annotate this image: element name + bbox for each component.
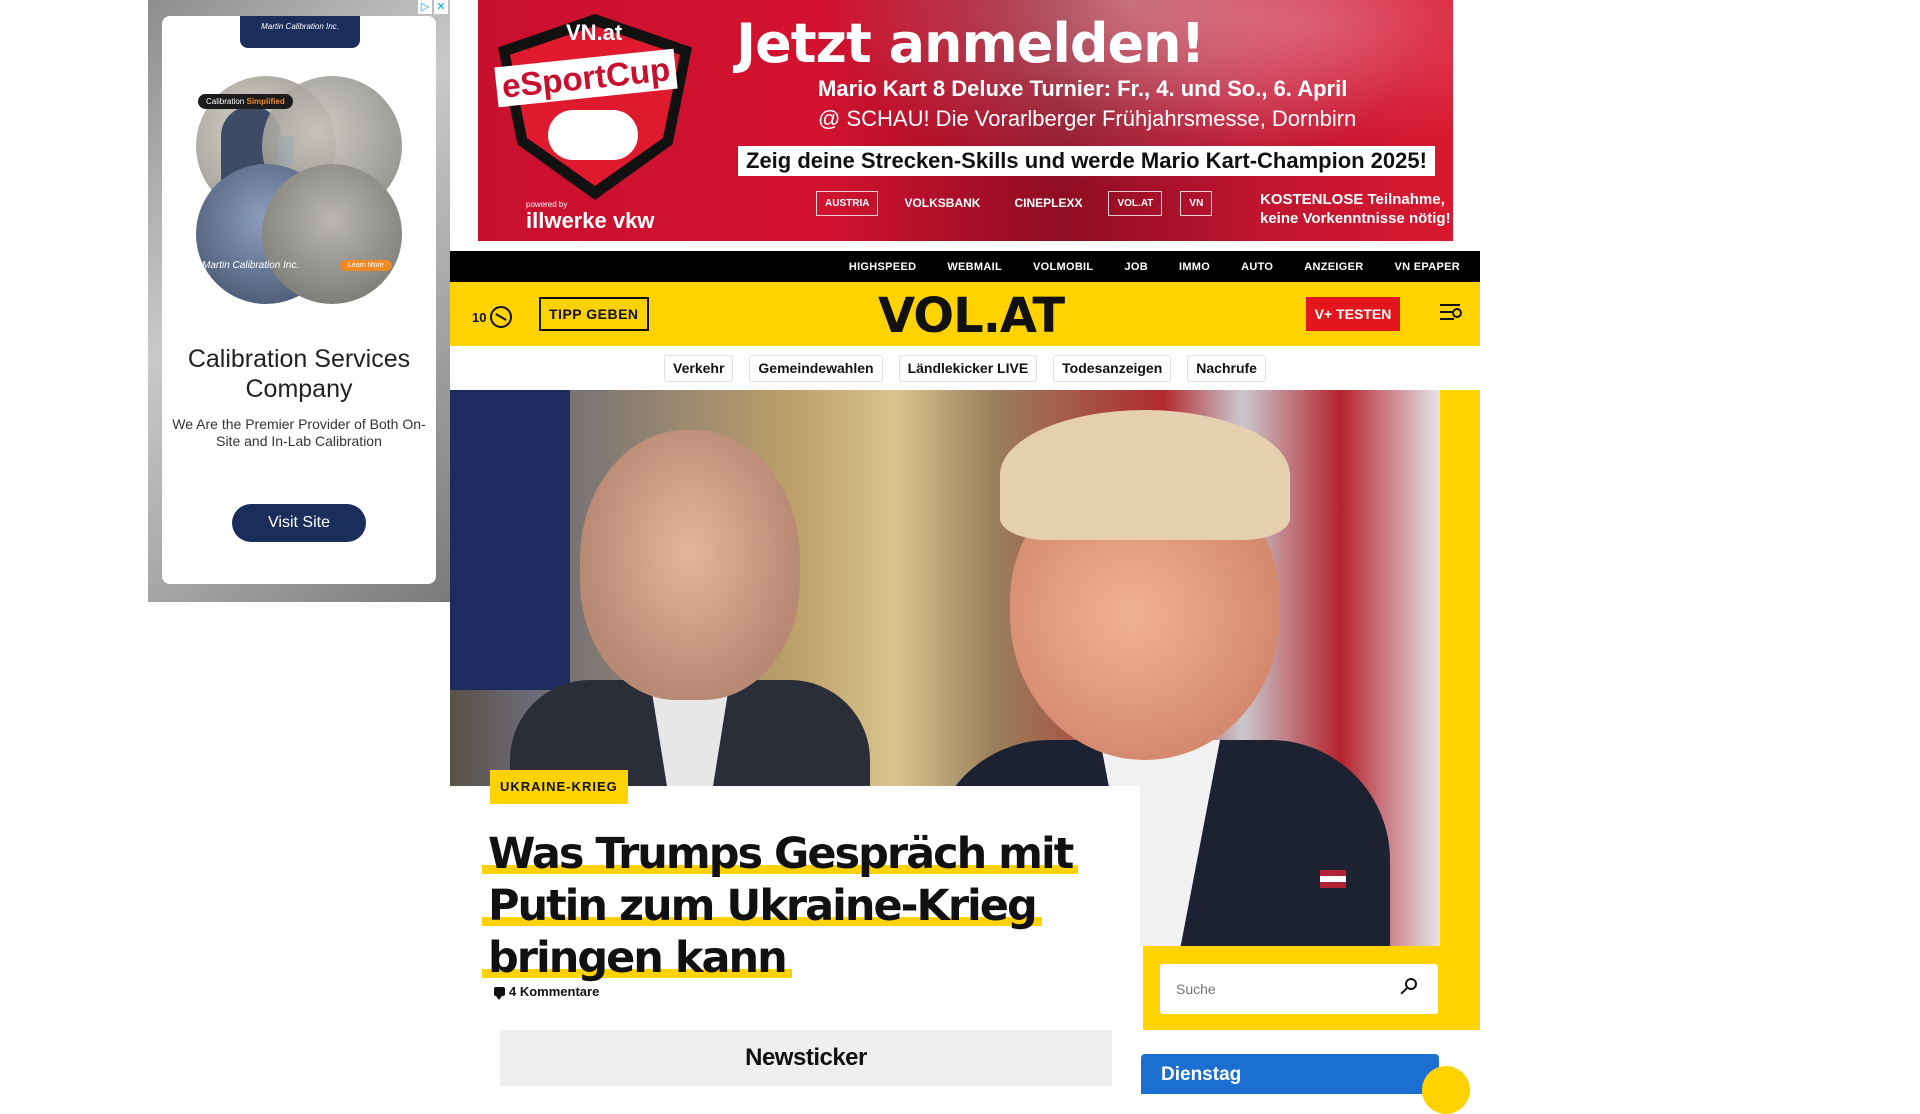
topic-laendlekicker-live[interactable]: Ländlekicker LIVE <box>898 354 1038 382</box>
ad-logo: Martin Calibration Inc. <box>240 16 360 48</box>
newsticker-title: Newsticker <box>745 1044 867 1071</box>
sidebar-search <box>1160 964 1438 1014</box>
ad-choices[interactable]: ▷ ✕ <box>418 0 448 14</box>
side-advertisement[interactable]: ▷ ✕ Martin Calibration Inc. Calibration … <box>148 0 450 602</box>
service-link-job[interactable]: JOB <box>1124 261 1148 273</box>
weather-teaser[interactable]: Dienstag <box>1141 1054 1439 1094</box>
sponsor-cineplexx-logo: CINEPLEXX <box>1014 196 1083 210</box>
lead-article[interactable]: UKRAINE-KRIEG Was Trumps Gespräch mit Pu… <box>450 770 1140 1086</box>
ad-headline: Calibration Services Company <box>187 345 411 403</box>
sponsor-vn-logo: VN <box>1180 190 1213 216</box>
service-link-anzeiger[interactable]: ANZEIGER <box>1304 261 1363 273</box>
ad-subtext: We Are the Premier Provider of Both On-S… <box>172 416 426 449</box>
weather-icon <box>490 306 513 328</box>
ad-learn-more[interactable]: Learn More <box>340 260 392 271</box>
comments-count: 4 Kommentare <box>509 984 600 999</box>
banner-line-event: Mario Kart 8 Deluxe Turnier: Fr., 4. und… <box>818 76 1348 101</box>
ad-tag: Calibration Simplified <box>198 94 293 109</box>
banner-boxed-line: Zeig deine Strecken-Skills und werde Mar… <box>738 146 1435 176</box>
gamepad-icon <box>548 110 638 160</box>
free-participation-note: KOSTENLOSE Teilnahme, keine Vorkenntniss… <box>1260 190 1451 228</box>
sponsor-volksbank-logo: VOLKSBANK <box>904 196 981 210</box>
search-icon[interactable] <box>1400 978 1418 996</box>
sponsor-austria-logo: AUSTRIA <box>816 190 879 216</box>
newsticker-box: Newsticker <box>500 1030 1112 1086</box>
weather-widget[interactable]: 10 <box>472 306 513 328</box>
menu-search-icon[interactable] <box>1440 304 1464 324</box>
service-link-volmobil[interactable]: VOLMOBIL <box>1033 261 1093 273</box>
topic-todesanzeigen[interactable]: Todesanzeigen <box>1053 354 1172 382</box>
service-link-vn-epaper[interactable]: VN EPAPER <box>1395 261 1460 273</box>
site-logo[interactable]: VOL.AT <box>878 288 1065 344</box>
topic-nachrufe[interactable]: Nachrufe <box>1187 354 1266 382</box>
free-note-line2: keine Vorkenntnisse nötig! <box>1260 210 1451 227</box>
article-headline[interactable]: Was Trumps Gespräch mit Putin zum Ukrain… <box>482 828 1122 984</box>
topic-nav: Verkehr Gemeindewahlen Ländlekicker LIVE… <box>450 346 1480 390</box>
sponsor-logos: AUSTRIA VOLKSBANK CINEPLEXX VOL.AT VN <box>816 190 1213 216</box>
headline-text[interactable]: Was Trumps Gespräch mit Putin zum Ukrain… <box>482 829 1079 983</box>
weather-day: Dienstag <box>1161 1064 1242 1085</box>
banner-line-location: @ SCHAU! Die Vorarlberger Frühjahrsmesse… <box>818 106 1357 131</box>
comment-icon <box>494 987 505 1000</box>
vplus-testen-button[interactable]: V+ TESTEN <box>1306 297 1400 331</box>
ad-visit-site-button[interactable]: Visit Site <box>232 504 366 542</box>
search-input[interactable] <box>1176 978 1386 1000</box>
service-link-auto[interactable]: AUTO <box>1241 261 1273 273</box>
sponsor-volat-logo: VOL.AT <box>1108 190 1163 216</box>
service-link-immo[interactable]: IMMO <box>1179 261 1210 273</box>
comments-link[interactable]: 4 Kommentare <box>494 984 600 1000</box>
ad-close-icon[interactable]: ✕ <box>434 0 448 14</box>
service-nav: HIGHSPEED WEBMAIL VOLMOBIL JOB IMMO AUTO… <box>450 251 1480 282</box>
topic-verkehr[interactable]: Verkehr <box>664 354 734 382</box>
topic-gemeindewahlen[interactable]: Gemeindewahlen <box>749 354 883 382</box>
top-banner-advertisement[interactable]: VN.at eSportCup powered by illwerke vkw … <box>478 0 1453 241</box>
ad-circle-brand: Martin Calibration Inc. <box>202 260 300 271</box>
temperature-value: 10 <box>472 309 487 325</box>
ad-image-device <box>262 164 402 304</box>
ad-info-icon[interactable]: ▷ <box>418 0 432 14</box>
free-note-line1: KOSTENLOSE Teilnahme, <box>1260 191 1445 208</box>
powered-brand-logo: illwerke vkw <box>526 208 655 233</box>
tipp-geben-button[interactable]: TIPP GEBEN <box>539 297 649 331</box>
site-header: 10 TIPP GEBEN VOL.AT V+ TESTEN <box>450 282 1480 346</box>
service-link-highspeed[interactable]: HIGHSPEED <box>849 261 917 273</box>
sun-icon <box>1422 1066 1470 1114</box>
service-link-webmail[interactable]: WEBMAIL <box>947 261 1002 273</box>
article-kicker[interactable]: UKRAINE-KRIEG <box>490 770 628 804</box>
banner-title: Jetzt anmelden! <box>736 12 1205 75</box>
flag-pin-icon <box>1320 870 1346 888</box>
shield-vn-label: VN.at <box>566 20 623 45</box>
ad-card: Martin Calibration Inc. Calibration Simp… <box>162 16 436 584</box>
